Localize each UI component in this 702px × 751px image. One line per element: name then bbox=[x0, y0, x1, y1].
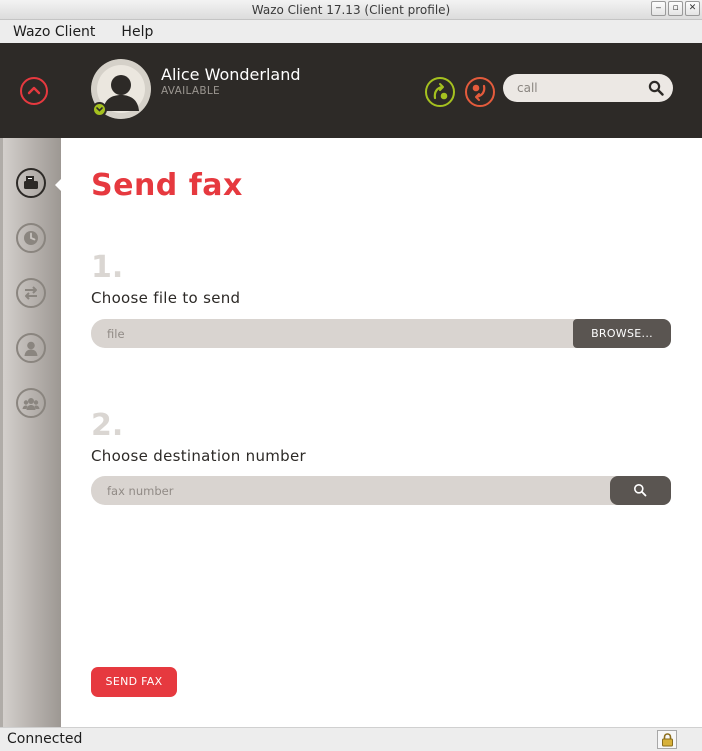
fax-number-input[interactable] bbox=[107, 483, 527, 499]
sidebar-item-people[interactable] bbox=[16, 388, 46, 418]
search-icon bbox=[634, 484, 647, 497]
step-1-label: Choose file to send bbox=[91, 289, 241, 307]
close-button[interactable]: ✕ bbox=[685, 1, 700, 16]
sidebar-edge bbox=[0, 138, 3, 727]
chevron-down-icon bbox=[96, 107, 103, 112]
menu-wazo-client[interactable]: Wazo Client bbox=[7, 24, 101, 40]
sidebar-item-fax[interactable] bbox=[16, 168, 46, 198]
menu-help[interactable]: Help bbox=[115, 24, 159, 40]
sidebar-item-identity[interactable] bbox=[16, 333, 46, 363]
call-forward-icon bbox=[433, 83, 448, 100]
clock-icon bbox=[24, 231, 38, 245]
step-1-number: 1. bbox=[91, 250, 124, 285]
page-title: Send fax bbox=[91, 168, 243, 203]
status-bar: Connected bbox=[0, 727, 702, 751]
main-panel bbox=[61, 138, 702, 727]
lock-status bbox=[657, 730, 677, 749]
browse-button[interactable]: BROWSE... bbox=[573, 319, 671, 348]
menu-bar: Wazo Client Help bbox=[0, 20, 702, 43]
fax-number-search-button[interactable] bbox=[610, 476, 671, 505]
window-title: Wazo Client 17.13 (Client profile) bbox=[251, 3, 451, 17]
call-search-input[interactable] bbox=[517, 80, 637, 96]
file-input[interactable] bbox=[107, 326, 527, 342]
step-2-number: 2. bbox=[91, 408, 124, 443]
step-2-label: Choose destination number bbox=[91, 447, 307, 465]
call-forward-button[interactable] bbox=[425, 77, 455, 107]
window-titlebar: Wazo Client 17.13 (Client profile) ‒ ▫ ✕ bbox=[0, 0, 702, 20]
call-search-box[interactable] bbox=[503, 74, 673, 102]
collapse-header-button[interactable] bbox=[20, 77, 48, 105]
send-fax-button[interactable]: SEND FAX bbox=[91, 667, 177, 697]
people-icon bbox=[22, 398, 40, 410]
fax-number-field bbox=[91, 476, 671, 505]
minimize-button[interactable]: ‒ bbox=[651, 1, 666, 16]
availability-status-dot[interactable] bbox=[92, 102, 107, 117]
sidebar-item-transfers[interactable] bbox=[16, 278, 46, 308]
user-status: AVAILABLE bbox=[161, 85, 220, 97]
user-name: Alice Wonderland bbox=[161, 65, 301, 84]
person-icon bbox=[24, 341, 38, 356]
call-reject-icon bbox=[472, 84, 486, 101]
window-controls: ‒ ▫ ✕ bbox=[651, 1, 700, 16]
fax-icon bbox=[24, 176, 38, 189]
connection-status: Connected bbox=[7, 731, 83, 747]
lock-icon bbox=[662, 733, 673, 747]
call-reject-button[interactable] bbox=[465, 77, 495, 107]
file-field: BROWSE... bbox=[91, 319, 671, 348]
search-icon[interactable] bbox=[648, 80, 664, 96]
sidebar-item-history[interactable] bbox=[16, 223, 46, 253]
transfer-icon bbox=[25, 286, 37, 300]
maximize-button[interactable]: ▫ bbox=[668, 1, 683, 16]
chevron-up-icon bbox=[27, 86, 41, 95]
